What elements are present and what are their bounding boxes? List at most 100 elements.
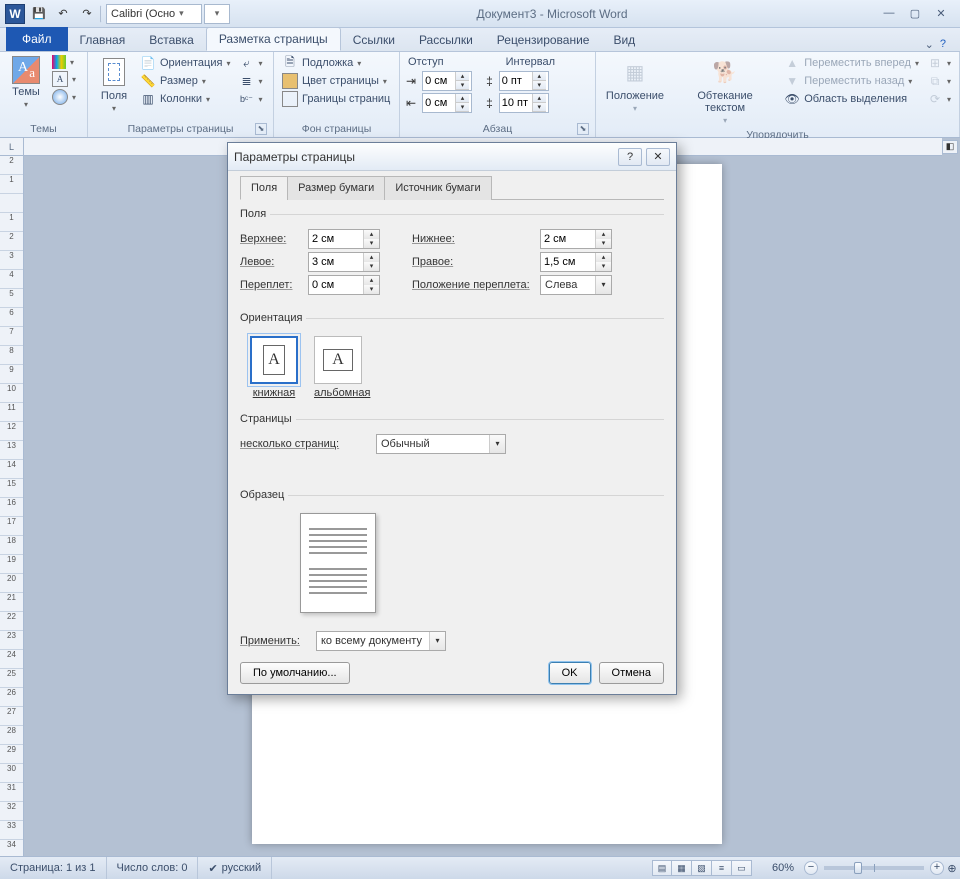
bring-forward-button: ▲Переместить вперед▾ (782, 54, 921, 72)
space-after-spinner[interactable]: ▴▾ (499, 93, 549, 113)
space-before-spinner[interactable]: ▴▾ (499, 71, 549, 91)
draft-view-icon[interactable]: ▭ (732, 860, 752, 876)
zoom-level[interactable]: 60% (762, 857, 804, 879)
status-page[interactable]: Страница: 1 из 1 (0, 857, 107, 879)
cancel-button[interactable]: Отмена (599, 662, 664, 684)
gutter-spinner[interactable]: ▴▾ (308, 275, 380, 295)
close-icon[interactable]: ✕ (932, 7, 950, 20)
zoom-in-button[interactable]: + (930, 861, 944, 875)
watermark-button[interactable]: 🗎Подложка▾ (280, 54, 392, 72)
tab-insert[interactable]: Вставка (137, 29, 206, 51)
tab-mailings[interactable]: Рассылки (407, 29, 485, 51)
orientation-button[interactable]: 📄Ориентация▾ (138, 54, 232, 72)
web-view-icon[interactable]: ▧ (692, 860, 712, 876)
margins-button[interactable]: Поля ▾ (94, 54, 134, 115)
font-combo[interactable]: Calibri (Осно▾ (106, 4, 202, 24)
paragraph-launcher[interactable]: ⬊ (577, 123, 589, 135)
tab-home[interactable]: Главная (68, 29, 138, 51)
print-layout-view-icon[interactable]: ▤ (652, 860, 672, 876)
zoom-fit-button[interactable]: ⊕ (944, 862, 960, 875)
hyphenation-button[interactable]: bᶜ⁻▾ (236, 90, 264, 108)
paragraph-group-label: Абзац⬊ (406, 121, 589, 137)
wrap-button: 🐕 Обтекание текстом▾ (672, 54, 778, 127)
tab-page-layout[interactable]: Разметка страницы (206, 27, 341, 51)
portrait-option[interactable]: A книжная (250, 336, 298, 399)
fullscreen-view-icon[interactable]: ▦ (672, 860, 692, 876)
zoom-slider[interactable] (824, 866, 924, 870)
status-language[interactable]: ✔русский (198, 857, 272, 879)
zoom-out-button[interactable]: − (804, 861, 818, 875)
send-backward-button: ▼Переместить назад▾ (782, 72, 921, 90)
multi-select[interactable]: Обычный▾ (376, 434, 506, 454)
columns-icon: ▥ (140, 91, 156, 107)
top-spinner[interactable]: ▴▾ (308, 229, 380, 249)
status-words[interactable]: Число слов: 0 (107, 857, 199, 879)
help-icon[interactable]: ? (940, 38, 946, 51)
left-label: Левое: (240, 256, 302, 268)
theme-fonts-button[interactable]: A▾ (50, 70, 78, 88)
ruler-toggle[interactable]: ◧ (942, 140, 958, 154)
app-icon: W (4, 3, 26, 25)
group-button: ⧉▾ (925, 72, 953, 90)
page-color-button[interactable]: Цвет страницы▾ (280, 72, 392, 90)
columns-button[interactable]: ▥Колонки▾ (138, 90, 232, 108)
default-button[interactable]: По умолчанию... (240, 662, 350, 684)
breaks-button[interactable]: ⤶▾ (236, 54, 264, 72)
maximize-icon[interactable]: ▢ (906, 7, 924, 20)
save-icon[interactable]: 💾 (28, 3, 50, 25)
preview-legend: Образец (240, 489, 288, 501)
font-name: Calibri (Осно (111, 8, 175, 20)
line-numbers-button[interactable]: ≣▾ (236, 72, 264, 90)
indent-left-spinner[interactable]: ▴▾ (422, 71, 472, 91)
window-title: Документ3 - Microsoft Word (234, 7, 870, 21)
apply-select[interactable]: ко всему документу▾ (316, 631, 446, 651)
outline-view-icon[interactable]: ≡ (712, 860, 732, 876)
size-button[interactable]: 📏Размер▾ (138, 72, 232, 90)
landscape-option[interactable]: A альбомная (314, 336, 370, 399)
gutter-label: Переплет: (240, 279, 302, 291)
fields-legend: Поля (240, 208, 270, 220)
align-button: ⊞▾ (925, 54, 953, 72)
apply-label: Применить: (240, 635, 310, 647)
undo-icon[interactable]: ↶ (52, 3, 74, 25)
right-spinner[interactable]: ▴▾ (540, 252, 612, 272)
ruler-corner[interactable]: L (0, 138, 24, 156)
page-setup-launcher[interactable]: ⬊ (255, 123, 267, 135)
ribbon-minimize-icon[interactable]: ⌄ (925, 38, 934, 51)
bottom-spinner[interactable]: ▴▾ (540, 229, 612, 249)
tab-file[interactable]: Файл (6, 27, 68, 51)
redo-icon[interactable]: ↷ (76, 3, 98, 25)
theme-effects-button[interactable]: ▾ (50, 88, 78, 106)
vertical-ruler[interactable]: 2112345678910111213141516171819202122232… (0, 156, 24, 856)
left-spinner[interactable]: ▴▾ (308, 252, 380, 272)
colors-icon (52, 55, 66, 69)
indent-right-spinner[interactable]: ▴▾ (422, 93, 472, 113)
dialog-tab-fields[interactable]: Поля (240, 176, 288, 200)
multi-label: несколько страниц: (240, 438, 370, 450)
indent-right-icon: ⇤ (406, 96, 416, 110)
dialog-tab-paper-source[interactable]: Источник бумаги (384, 176, 491, 200)
font-size-combo[interactable]: ▾ (204, 4, 230, 24)
page-bg-group-label: Фон страницы (280, 121, 393, 137)
dialog-close-button[interactable]: ✕ (646, 148, 670, 166)
themes-button[interactable]: Aa Темы ▾ (6, 54, 46, 111)
watermark-icon: 🗎 (282, 55, 298, 71)
minimize-icon[interactable]: — (880, 7, 898, 20)
selection-pane-button[interactable]: 👁Область выделения (782, 90, 921, 108)
tab-review[interactable]: Рецензирование (485, 29, 602, 51)
rotate-button: ⟳▾ (925, 90, 953, 108)
ok-button[interactable]: OK (549, 662, 591, 684)
bottom-label: Нижнее: (412, 233, 534, 245)
page-borders-button[interactable]: Границы страниц (280, 90, 392, 108)
tab-view[interactable]: Вид (601, 29, 647, 51)
theme-colors-button[interactable]: ▾ (50, 54, 78, 70)
view-buttons[interactable]: ▤ ▦ ▧ ≡ ▭ (652, 860, 752, 876)
page-setup-group-label: Параметры страницы⬊ (94, 121, 267, 137)
gutterpos-select[interactable]: Слева▾ (540, 275, 612, 295)
breaks-icon: ⤶ (238, 55, 254, 71)
dialog-help-button[interactable]: ? (618, 148, 642, 166)
themes-group-label: Темы (6, 121, 81, 137)
dialog-tab-paper-size[interactable]: Размер бумаги (287, 176, 385, 200)
tab-references[interactable]: Ссылки (341, 29, 407, 51)
spellcheck-icon: ✔ (208, 862, 217, 875)
